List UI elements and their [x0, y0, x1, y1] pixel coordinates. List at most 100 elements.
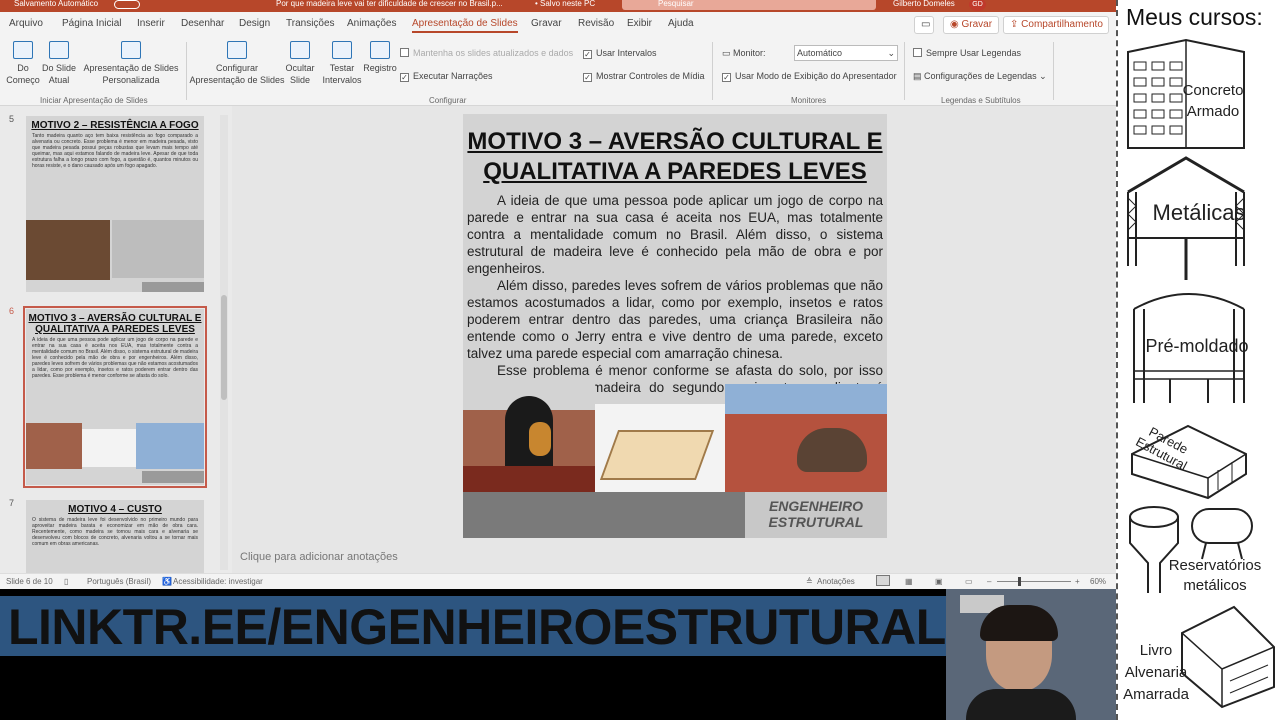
- course-concreto-armado[interactable]: Concreto Armado: [1178, 80, 1248, 122]
- bricks-image: [82, 429, 136, 467]
- tab-exibir[interactable]: Exibir: [627, 18, 652, 29]
- checkmark-icon: ✓: [583, 73, 592, 82]
- narrations-checkbox[interactable]: ✓ Executar Narrações: [400, 71, 493, 82]
- media-controls-checkbox[interactable]: ✓ Mostrar Controles de Mídia: [583, 71, 705, 82]
- course-metalicas[interactable]: Metálicas: [1144, 200, 1254, 226]
- rat-image: [136, 423, 204, 469]
- course-reservatorios[interactable]: Reservatórios metálicos: [1160, 556, 1270, 596]
- zoom-out-icon[interactable]: –: [987, 577, 991, 586]
- checkmark-icon: ✓: [583, 50, 592, 59]
- title-bar: Salvamento Automático Por que madeira le…: [0, 0, 1116, 12]
- slide-sorter-icon[interactable]: ▦: [905, 577, 913, 586]
- record-show-button[interactable]: Registro: [362, 41, 398, 74]
- always-captions-label: Sempre Usar Legendas: [926, 48, 1022, 58]
- webcam-overlay: [946, 589, 1116, 720]
- rat-figure: [797, 428, 867, 472]
- caption-settings-button[interactable]: ▤ Configurações de Legendas ⌄: [913, 71, 1047, 82]
- checkbox-box: [913, 48, 922, 57]
- scrollbar-thumb[interactable]: [221, 295, 227, 400]
- custom-show-button[interactable]: Apresentação de Slides Personalizada: [82, 41, 180, 86]
- from-start-label: Do Começo: [6, 63, 40, 85]
- rehearse-button[interactable]: Testar Intervalos: [320, 41, 364, 86]
- tab-transicoes[interactable]: Transições: [286, 18, 335, 29]
- slide-body[interactable]: A ideia de que uma pessoa pode aplicar u…: [467, 192, 883, 413]
- avatar[interactable]: GD: [969, 0, 986, 11]
- tab-desenhar[interactable]: Desenhar: [181, 18, 224, 29]
- zoom-in-icon[interactable]: +: [1075, 577, 1080, 586]
- zoom-level[interactable]: 60%: [1090, 577, 1106, 586]
- from-start-button[interactable]: Do Começo: [6, 41, 40, 86]
- tab-inserir[interactable]: Inserir: [137, 18, 165, 29]
- caption-settings-label: Configurações de Legendas: [924, 71, 1037, 81]
- current-slide[interactable]: MOTIVO 3 – AVERSÃO CULTURAL E QUALITATIV…: [463, 114, 887, 538]
- jerry-mousehole-image[interactable]: [463, 382, 595, 492]
- tab-apresentacao[interactable]: Apresentação de Slides: [412, 18, 518, 33]
- always-captions-checkbox[interactable]: Sempre Usar Legendas: [913, 48, 1021, 58]
- comment-icon[interactable]: ▭: [914, 16, 934, 34]
- slide-number: 5: [9, 114, 15, 124]
- slide-editor: MOTIVO 3 – AVERSÃO CULTURAL E QUALITATIV…: [232, 106, 1116, 573]
- tab-gravar[interactable]: Gravar: [531, 18, 562, 29]
- slide-thumbnail-5[interactable]: MOTIVO 2 – RESISTÊNCIA A FOGO Tanto made…: [26, 116, 204, 292]
- spellcheck-icon[interactable]: ▯: [64, 577, 68, 586]
- course-pre-moldado[interactable]: Pré-moldado: [1142, 336, 1252, 357]
- thumbnail-title: MOTIVO 4 – CUSTO: [68, 504, 162, 515]
- record-label: Gravar: [961, 19, 993, 30]
- slide-thumbnail-7[interactable]: MOTIVO 4 – CUSTO O sistema de madeira le…: [26, 500, 204, 573]
- accessibility-icon: ♿: [162, 577, 172, 586]
- presenter-view-checkbox[interactable]: ✓ Usar Modo de Exibição do Apresentador: [722, 71, 897, 82]
- slide-thumbnails-panel: 5 MOTIVO 2 – RESISTÊNCIA A FOGO Tanto ma…: [0, 106, 232, 573]
- slideshow-icon[interactable]: ▭: [965, 577, 973, 586]
- media-controls-label: Mostrar Controles de Mídia: [596, 71, 705, 81]
- slide-number: 7: [9, 498, 15, 508]
- chevron-down-icon: ⌄: [887, 48, 895, 58]
- accessibility-status[interactable]: Acessibilidade: investigar: [173, 577, 263, 586]
- autosave-toggle[interactable]: [114, 0, 140, 9]
- slide-paragraph: A ideia de que uma pessoa pode aplicar u…: [467, 193, 883, 276]
- slide-title[interactable]: MOTIVO 3 – AVERSÃO CULTURAL E QUALITATIV…: [463, 127, 887, 187]
- hide-slide-button[interactable]: Ocultar Slide: [284, 41, 316, 86]
- screen: Salvamento Automático Por que madeira le…: [0, 0, 1280, 720]
- from-current-button[interactable]: Do Slide Atual: [40, 41, 78, 86]
- reading-view-icon[interactable]: ▣: [935, 577, 943, 586]
- tab-animacoes[interactable]: Animações: [347, 18, 396, 29]
- normal-view-icon[interactable]: [876, 575, 890, 586]
- save-status: • Salvo neste PC: [535, 0, 596, 8]
- tab-design[interactable]: Design: [239, 18, 270, 29]
- tab-revisao[interactable]: Revisão: [578, 18, 614, 29]
- setup-label: Configurar Apresentação de Slides: [189, 63, 285, 85]
- group-captions-label: Legendas e Subtítulos: [941, 96, 1021, 105]
- setup-show-button[interactable]: Configurar Apresentação de Slides: [189, 41, 285, 86]
- zoom-slider-handle[interactable]: [1018, 577, 1021, 586]
- slide-paragraph: Além disso, paredes leves sofrem de vári…: [467, 278, 883, 361]
- slide-thumbnail-6[interactable]: MOTIVO 3 – AVERSÃO CULTURAL E QUALITATIV…: [23, 306, 207, 488]
- rat-in-wall-image[interactable]: [725, 384, 887, 492]
- notes-toggle[interactable]: Anotações: [817, 577, 855, 586]
- search-box[interactable]: Pesquisar: [622, 0, 876, 10]
- share-button[interactable]: ⇪ Compartilhamento: [1003, 16, 1109, 34]
- zoom-slider[interactable]: [997, 581, 1071, 582]
- course-livro-alvenaria[interactable]: Livro Alvenaria Amarrada: [1122, 640, 1190, 706]
- keep-updated-checkbox[interactable]: Mantenha os slides atualizados e dados: [400, 48, 573, 58]
- timings-checkbox[interactable]: ✓ Usar Intervalos: [583, 48, 657, 59]
- group-start-label: Iniciar Apresentação de Slides: [40, 96, 148, 105]
- setup-icon: [227, 41, 247, 59]
- monitor-select[interactable]: Automático ⌄: [794, 45, 898, 61]
- tab-arquivo[interactable]: Arquivo: [9, 18, 43, 29]
- notes-icon: ≜: [806, 577, 813, 586]
- jerry-figure: [529, 422, 551, 456]
- record-button[interactable]: ◉ Gravar: [943, 16, 1000, 34]
- play-slide-icon: [13, 41, 33, 59]
- notes-placeholder[interactable]: Clique para adicionar anotações: [240, 551, 398, 563]
- tab-ajuda[interactable]: Ajuda: [668, 18, 694, 29]
- user-name[interactable]: Gilberto Domeles: [893, 0, 955, 8]
- custom-show-icon: [121, 41, 141, 59]
- language-status[interactable]: Português (Brasil): [87, 577, 151, 586]
- tab-pagina-inicial[interactable]: Página Inicial: [62, 18, 121, 29]
- thumbnails-scrollbar[interactable]: [220, 115, 228, 570]
- ribbon: Do Começo Do Slide Atual Apresentação de…: [0, 38, 1116, 106]
- brick-blocks-image[interactable]: [595, 404, 725, 492]
- monitor-label-text: Monitor:: [733, 48, 766, 58]
- ribbon-separator: [712, 42, 713, 100]
- share-icon: ⇪: [1010, 19, 1022, 30]
